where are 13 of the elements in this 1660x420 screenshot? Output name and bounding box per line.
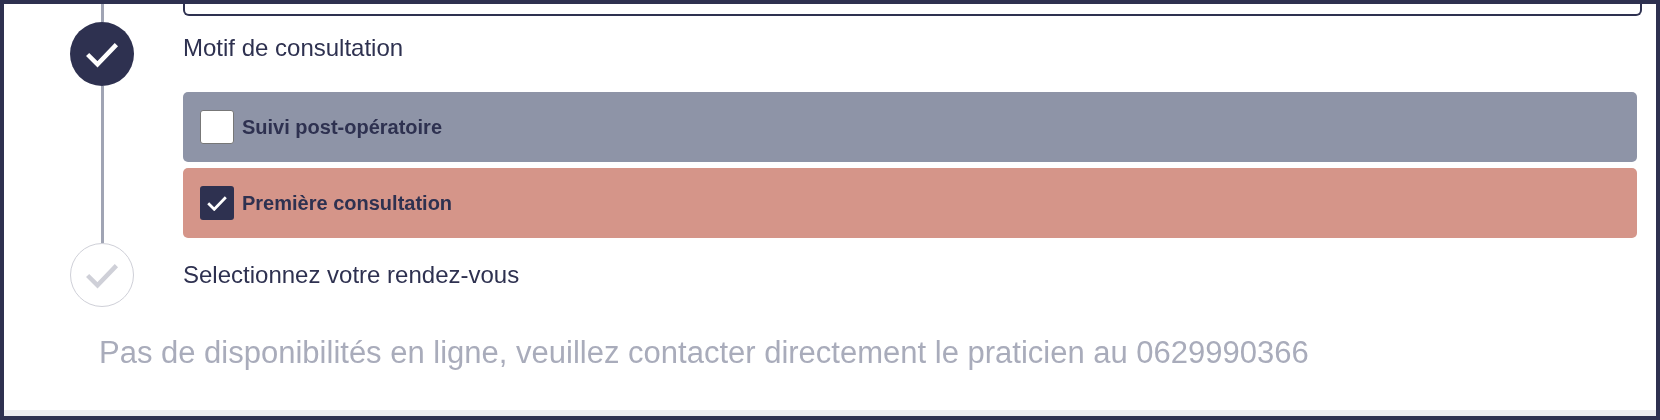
option-row[interactable]: Première consultation (183, 168, 1637, 238)
check-icon (84, 261, 120, 289)
option-label: Suivi post-opératoire (242, 115, 443, 139)
check-icon (206, 194, 228, 212)
checkbox[interactable] (200, 186, 234, 220)
step-title: Motif de consultation (183, 34, 404, 62)
availability-notice: Pas de disponibilités en ligne, veuillez contacter directement le praticien au 0629990366 (98, 335, 1310, 371)
option-row[interactable]: Suivi post-opératoire (183, 92, 1637, 162)
option-label: Première consultation (242, 191, 453, 215)
checkbox[interactable] (200, 110, 234, 144)
step-title: Selectionnez votre rendez-vous (183, 261, 520, 289)
check-icon (84, 40, 120, 68)
input-field[interactable] (183, 4, 1642, 16)
